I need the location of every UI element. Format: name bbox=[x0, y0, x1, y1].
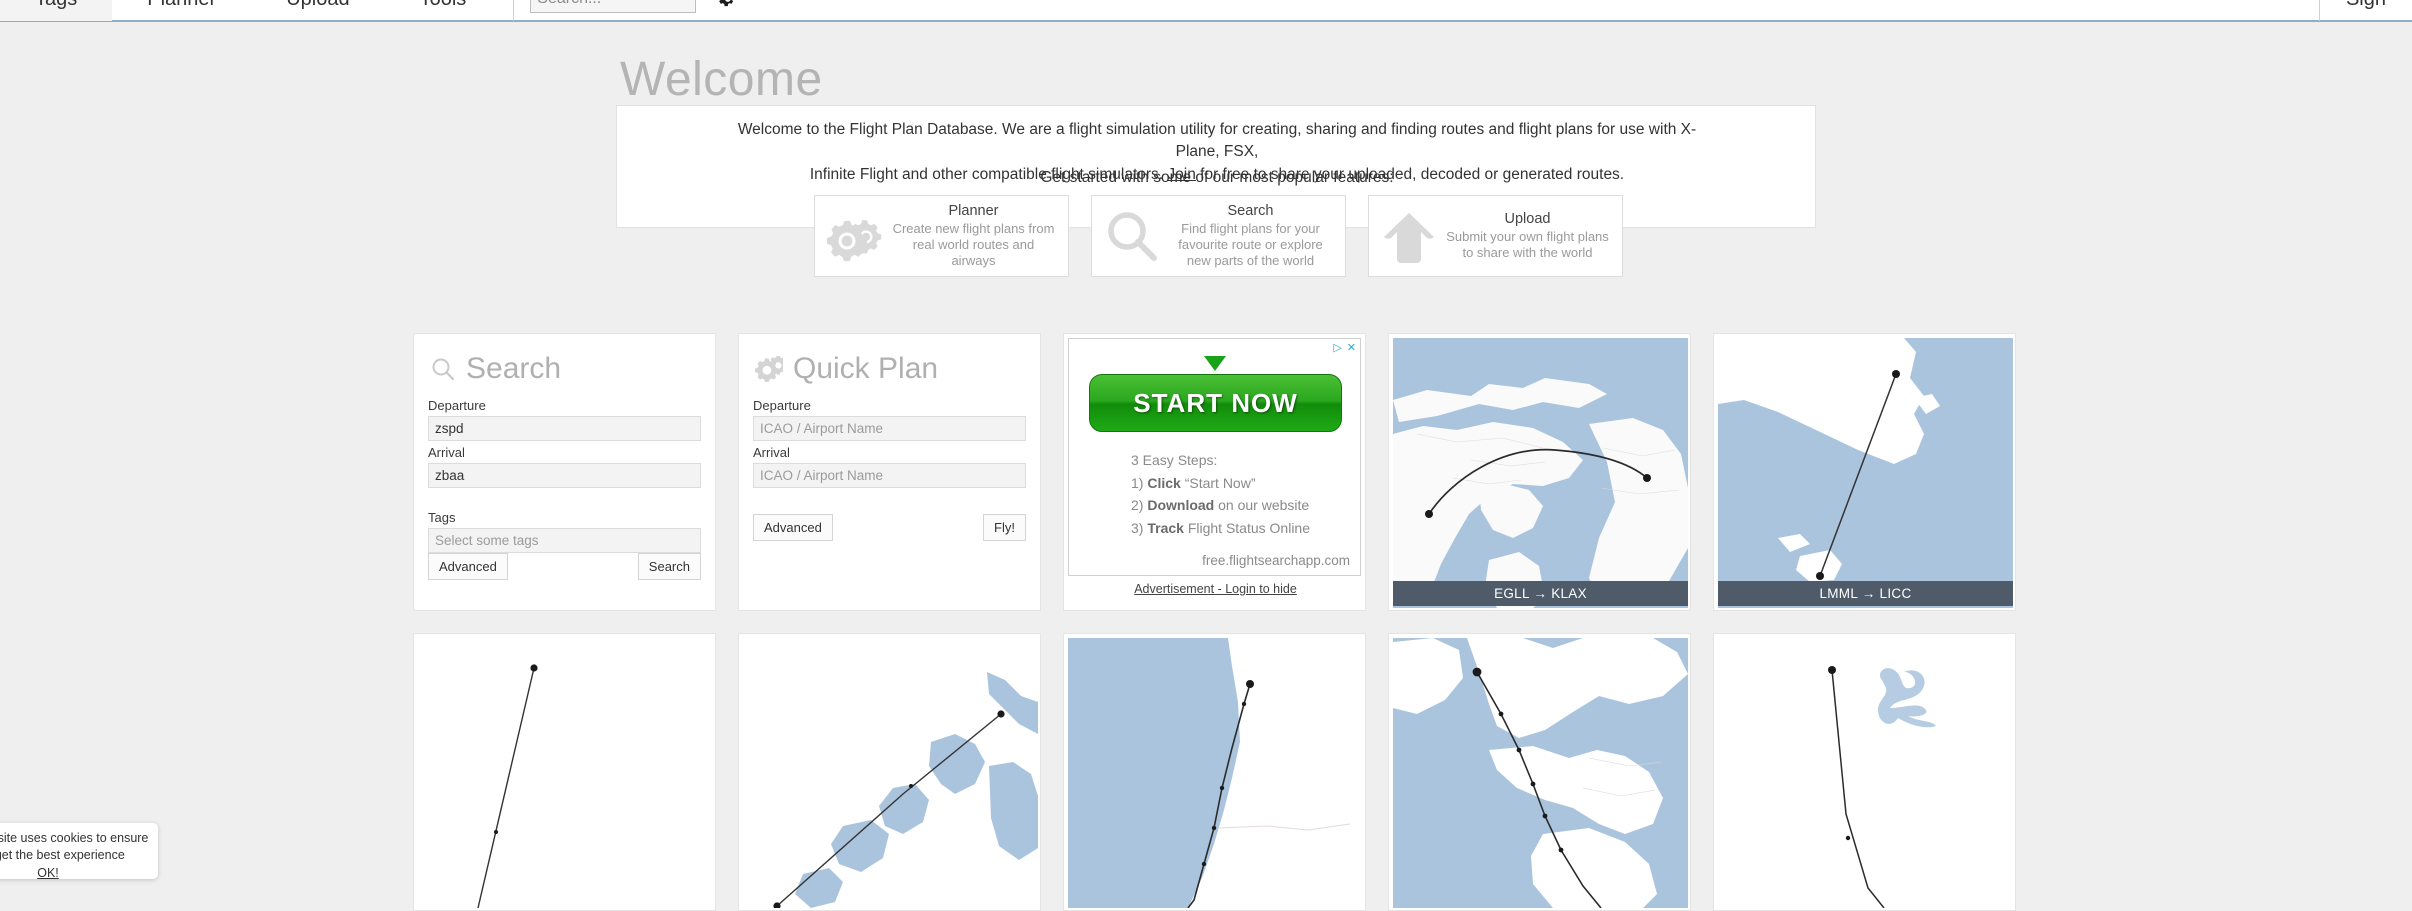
flight-plan-card[interactable] bbox=[738, 633, 1041, 911]
nav-item-planner[interactable]: Planner bbox=[112, 0, 251, 21]
feature-card-list: Planner Create new flight plans from rea… bbox=[814, 195, 1623, 277]
nav-item-label: Sign bbox=[2346, 0, 2386, 11]
flight-plan-card-caption: EGLL → KLAX bbox=[1393, 581, 1688, 606]
advertisement-panel: ▷ ✕ START NOW 3 Easy Steps: 1) Click “St… bbox=[1063, 333, 1366, 611]
cookie-consent-line2: you get the best experience bbox=[0, 847, 125, 862]
search-panel-title: Search bbox=[430, 348, 701, 390]
route-map[interactable] bbox=[1718, 338, 2013, 608]
flight-plan-card[interactable] bbox=[413, 633, 716, 911]
search-tags-input[interactable] bbox=[428, 528, 701, 553]
advertisement-controls: ▷ ✕ bbox=[1333, 341, 1356, 354]
flight-plan-card[interactable]: EGLL → KLAX bbox=[1388, 333, 1691, 611]
feature-card-description: Submit your own flight plans to share wi… bbox=[1446, 228, 1609, 260]
feature-card-text: Planner Create new flight plans from rea… bbox=[889, 203, 1062, 270]
quick-plan-panel: Quick Plan Departure Arrival Advanced Fl… bbox=[738, 333, 1041, 611]
route-map[interactable] bbox=[418, 638, 713, 908]
route-map[interactable] bbox=[743, 638, 1038, 908]
quick-plan-fly-button[interactable]: Fly! bbox=[983, 514, 1026, 541]
feature-card-text: Upload Submit your own flight plans to s… bbox=[1443, 211, 1616, 262]
search-panel: Search Departure Arrival Tags Advanced S… bbox=[413, 333, 716, 611]
feature-card-description: Find flight plans for your favourite rou… bbox=[1178, 220, 1323, 269]
quick-plan-arrival-label: Arrival bbox=[753, 445, 790, 460]
quick-plan-panel-title: Quick Plan bbox=[755, 348, 1026, 390]
navbar-search-area bbox=[513, 0, 740, 21]
start-now-button[interactable]: START NOW bbox=[1089, 374, 1342, 432]
nav-item-sign-in[interactable]: Sign bbox=[2320, 0, 2412, 21]
search-panel-buttons: Advanced Search bbox=[428, 553, 701, 580]
search-advanced-button[interactable]: Advanced bbox=[428, 553, 508, 580]
route-map[interactable] bbox=[1068, 638, 1363, 908]
search-arrival-input[interactable] bbox=[428, 463, 701, 488]
feature-card-title: Upload bbox=[1504, 210, 1551, 227]
nav-item-label: Tags bbox=[35, 0, 77, 11]
nav-item-tools[interactable]: Tools bbox=[385, 0, 502, 21]
advertisement-steps: 3 Easy Steps: 1) Click “Start Now” 2) Do… bbox=[1131, 449, 1310, 540]
search-input[interactable] bbox=[530, 0, 697, 13]
search-submit-button[interactable]: Search bbox=[637, 553, 701, 580]
advertisement-steps-heading: 3 Easy Steps: bbox=[1131, 452, 1218, 468]
features-lead-text: Get started with some of our most popula… bbox=[1040, 169, 1394, 186]
card-grid: Search Departure Arrival Tags Advanced S… bbox=[413, 333, 2019, 911]
quick-plan-departure-label: Departure bbox=[753, 398, 811, 413]
gears-icon bbox=[821, 202, 889, 270]
flight-plan-card[interactable] bbox=[1063, 633, 1366, 911]
down-triangle-icon bbox=[1203, 356, 1226, 371]
search-tags-label: Tags bbox=[428, 510, 456, 525]
flight-plan-card[interactable]: LMML → LICC bbox=[1713, 333, 2016, 611]
magnifier-icon bbox=[1098, 202, 1166, 270]
feature-card-search[interactable]: Search Find flight plans for your favour… bbox=[1091, 195, 1346, 277]
welcome-intro-line1: Welcome to the Flight Plan Database. We … bbox=[737, 121, 1697, 161]
feature-card-title: Planner bbox=[948, 202, 999, 219]
advertisement-step-3: 3) Track Flight Status Online bbox=[1131, 520, 1310, 537]
quick-plan-panel-buttons: Advanced Fly! bbox=[753, 514, 1026, 541]
adchoices-icon[interactable]: ▷ bbox=[1333, 341, 1341, 354]
cookie-consent-text: This website uses cookies to ensure you … bbox=[0, 830, 158, 864]
advertisement-url: free.flightsearchapp.com bbox=[1202, 553, 1350, 568]
upload-arrow-icon bbox=[1375, 202, 1443, 270]
flight-plan-card[interactable] bbox=[1388, 633, 1691, 911]
search-departure-input[interactable] bbox=[428, 416, 701, 441]
advertisement-step-1: 1) Click “Start Now” bbox=[1131, 474, 1256, 491]
feature-card-text: Search Find flight plans for your favour… bbox=[1166, 203, 1339, 270]
page-content: Welcome Welcome to the Flight Plan Datab… bbox=[0, 22, 2412, 911]
nav-item-label: Upload bbox=[286, 0, 349, 11]
quick-plan-arrival-input[interactable] bbox=[753, 463, 1026, 488]
feature-card-description: Create new flight plans from real world … bbox=[892, 220, 1055, 269]
cookie-consent-banner: This website uses cookies to ensure you … bbox=[0, 823, 158, 880]
close-icon[interactable]: ✕ bbox=[1347, 341, 1356, 354]
gear-icon[interactable] bbox=[714, 0, 740, 12]
quick-plan-panel-title-label: Quick Plan bbox=[793, 352, 939, 385]
feature-card-title: Search bbox=[1227, 202, 1274, 219]
route-map[interactable] bbox=[1393, 338, 1688, 608]
top-navbar: Tags Planner Upload Tools Sign bbox=[0, 0, 2412, 22]
feature-card-upload[interactable]: Upload Submit your own flight plans to s… bbox=[1368, 195, 1623, 277]
navbar-primary-links: Tags Planner Upload Tools bbox=[0, 0, 740, 21]
page-title: Welcome bbox=[620, 53, 823, 106]
nav-item-tags[interactable]: Tags bbox=[0, 0, 113, 21]
nav-item-label: Planner bbox=[147, 0, 216, 11]
welcome-panel: Welcome to the Flight Plan Database. We … bbox=[616, 105, 1816, 277]
nav-item-upload[interactable]: Upload bbox=[251, 0, 384, 21]
cookie-consent-line1: This website uses cookies to ensure bbox=[0, 831, 149, 845]
advertisement-step-2: 2) Download on our website bbox=[1131, 497, 1310, 514]
quick-plan-advanced-button[interactable]: Advanced bbox=[753, 514, 833, 541]
flight-plan-card[interactable] bbox=[1713, 633, 2016, 911]
advertisement-creative[interactable]: ▷ ✕ START NOW 3 Easy Steps: 1) Click “St… bbox=[1068, 338, 1361, 576]
search-arrival-label: Arrival bbox=[428, 445, 465, 460]
nav-item-label: Tools bbox=[420, 0, 467, 11]
search-departure-label: Departure bbox=[428, 398, 486, 413]
quick-plan-departure-input[interactable] bbox=[753, 416, 1026, 441]
navbar-account-area: Sign bbox=[2318, 0, 2412, 21]
search-panel-title-label: Search bbox=[466, 352, 562, 385]
feature-card-planner[interactable]: Planner Create new flight plans from rea… bbox=[814, 195, 1069, 277]
cookie-accept-button[interactable]: OK! bbox=[37, 866, 59, 880]
route-map[interactable] bbox=[1718, 638, 2013, 908]
advertisement-login-to-hide-link[interactable]: Advertisement - Login to hide bbox=[1064, 582, 1365, 596]
flight-plan-card-caption: LMML → LICC bbox=[1718, 581, 2013, 606]
magnifier-icon bbox=[430, 356, 456, 382]
gears-icon bbox=[755, 356, 783, 382]
route-map[interactable] bbox=[1393, 638, 1688, 908]
